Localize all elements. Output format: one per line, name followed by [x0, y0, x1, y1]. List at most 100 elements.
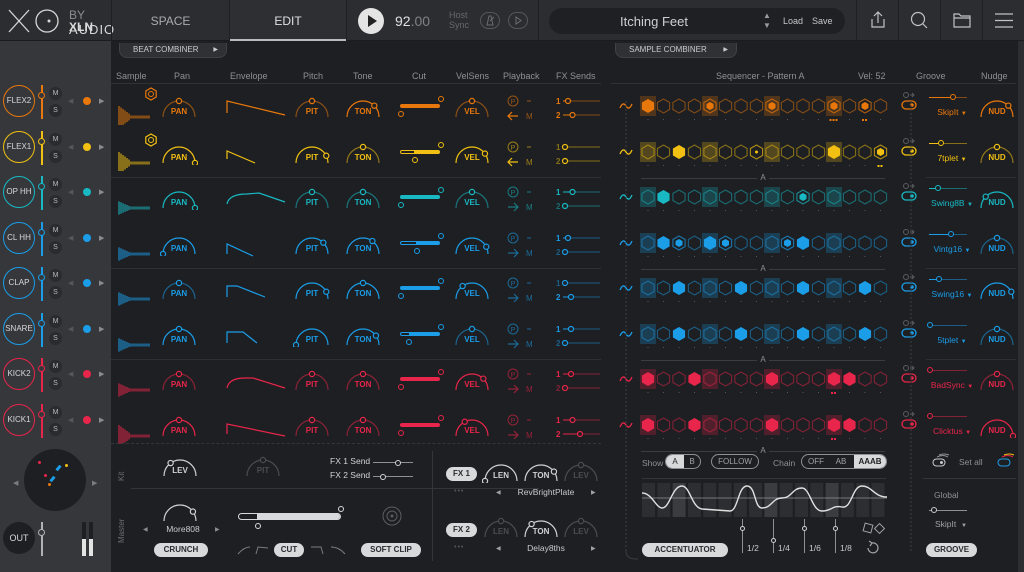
- menu-button[interactable]: [982, 0, 1024, 41]
- space-pad[interactable]: [24, 449, 86, 511]
- fx-send-sliders[interactable]: 1 2: [556, 277, 602, 307]
- pitch-knob[interactable]: PIT: [293, 95, 331, 118]
- groove-amount-slider[interactable]: [929, 415, 967, 417]
- mute-button[interactable]: M: [49, 314, 62, 328]
- sample-waveform[interactable]: [115, 414, 155, 444]
- cut-range[interactable]: [400, 422, 440, 427]
- cut-range[interactable]: [400, 195, 440, 199]
- pad-dot[interactable]: [49, 475, 56, 483]
- pad-right-arrow[interactable]: ▶: [92, 479, 97, 487]
- master-cut-range[interactable]: [238, 513, 341, 520]
- cut-high-handle[interactable]: [438, 96, 444, 102]
- multicolor-groove-icon[interactable]: [996, 453, 1016, 469]
- velsens-knob[interactable]: VEL: [453, 95, 491, 118]
- lowcut-shape-icons[interactable]: [236, 542, 276, 556]
- pan-knob[interactable]: PAN: [160, 414, 198, 436]
- track-volume-slider[interactable]: [41, 358, 43, 392]
- crunch-prev-arrow[interactable]: ◀: [143, 526, 148, 533]
- cut-high-handle[interactable]: [438, 323, 444, 330]
- pitch-knob[interactable]: PIT: [293, 277, 331, 300]
- fx-send-sliders[interactable]: 1 2: [556, 141, 602, 171]
- preset-down-icon[interactable]: ▼: [763, 21, 771, 31]
- track-volume-slider[interactable]: [41, 176, 43, 210]
- groove-preset-dropdown[interactable]: Clicktus ▼: [927, 426, 977, 436]
- next-sample-arrow[interactable]: ▶: [99, 97, 104, 105]
- tone-knob[interactable]: TON: [344, 277, 382, 300]
- prev-sample-arrow[interactable]: ◀: [68, 188, 73, 196]
- next-sample-arrow[interactable]: ▶: [99, 143, 104, 151]
- pitch-knob[interactable]: PIT: [293, 232, 331, 254]
- fx-send-sliders[interactable]: 1 2: [556, 95, 602, 125]
- velsens-knob[interactable]: VEL: [453, 323, 491, 345]
- save-button[interactable]: Save: [812, 16, 833, 26]
- groove-amount-handle[interactable]: [948, 230, 954, 237]
- kit-fx1-send-slider[interactable]: [373, 460, 413, 466]
- solo-button[interactable]: S: [49, 331, 62, 345]
- kit-pitch-knob[interactable]: PIT: [244, 454, 282, 477]
- next-sample-arrow[interactable]: ▶: [99, 234, 104, 242]
- pan-knob[interactable]: PAN: [160, 232, 198, 256]
- pan-knob[interactable]: PAN: [160, 186, 198, 210]
- pad-dot[interactable]: [44, 474, 47, 477]
- cut-low-handle[interactable]: [398, 429, 404, 436]
- groove-amount-handle[interactable]: [927, 321, 933, 328]
- track-select-button[interactable]: CL HH: [3, 221, 35, 254]
- groove-amount-handle[interactable]: [936, 276, 942, 282]
- host-play-button[interactable]: [508, 12, 528, 29]
- sample-settings-icon[interactable]: [144, 87, 158, 101]
- fx-send-sliders[interactable]: 1 2: [556, 368, 602, 398]
- out-volume-slider[interactable]: [41, 522, 43, 556]
- mute-button[interactable]: M: [49, 360, 62, 373]
- sample-combiner-button[interactable]: SAMPLE COMBINER ▶: [615, 43, 737, 58]
- crunch-next-arrow[interactable]: ▶: [215, 526, 220, 533]
- mute-button[interactable]: M: [49, 405, 62, 419]
- envelope-editor[interactable]: [225, 370, 289, 394]
- crunch-amount-knob[interactable]: [161, 499, 199, 522]
- pad-dot[interactable]: [65, 464, 68, 467]
- preset-name[interactable]: Itching Feet: [549, 14, 759, 29]
- track-volume-slider[interactable]: [41, 267, 43, 301]
- pad-left-arrow[interactable]: ◀: [13, 479, 18, 487]
- next-sample-arrow[interactable]: ▶: [99, 416, 104, 424]
- velsens-knob[interactable]: VEL: [453, 232, 491, 254]
- fx-toggle-button[interactable]: FX 2: [446, 523, 477, 537]
- sample-settings-icon[interactable]: [144, 132, 158, 147]
- search-button[interactable]: [898, 0, 940, 41]
- playback-controls[interactable]: P M: [506, 186, 546, 216]
- tone-knob[interactable]: TON: [344, 95, 382, 118]
- nudge-knob[interactable]: NUD: [978, 277, 1016, 300]
- kit-level-knob[interactable]: LEV: [161, 454, 199, 477]
- cut-range[interactable]: [400, 331, 440, 336]
- cut-high-handle[interactable]: [438, 278, 444, 284]
- cut-range[interactable]: [400, 377, 440, 381]
- track-select-button[interactable]: FLEX2: [3, 85, 35, 117]
- solo-button[interactable]: S: [49, 240, 62, 254]
- groove-amount-handle[interactable]: [927, 412, 933, 419]
- tab-edit[interactable]: EDIT: [229, 0, 347, 41]
- track-volume-handle[interactable]: [38, 92, 45, 99]
- fx-tone-knob[interactable]: TON: [522, 515, 560, 538]
- cut-range[interactable]: [400, 149, 440, 154]
- nudge-knob[interactable]: NUD: [978, 414, 1016, 438]
- fx-prev-preset-arrow[interactable]: ◀: [496, 545, 501, 552]
- groove-amount-handle[interactable]: [927, 367, 933, 373]
- prev-sample-arrow[interactable]: ◀: [68, 416, 73, 424]
- solo-button[interactable]: S: [49, 149, 62, 163]
- solo-button[interactable]: S: [49, 377, 62, 390]
- fx-toggle-button[interactable]: FX 1: [446, 467, 477, 481]
- pitch-knob[interactable]: PIT: [293, 368, 331, 391]
- track-volume-handle[interactable]: [38, 228, 45, 236]
- playback-controls[interactable]: P M: [506, 141, 546, 171]
- mute-button[interactable]: M: [49, 223, 62, 237]
- nudge-knob[interactable]: NUD: [978, 368, 1016, 391]
- track-select-button[interactable]: OP HH: [3, 176, 35, 208]
- prev-sample-arrow[interactable]: ◀: [68, 325, 73, 333]
- solo-button[interactable]: S: [49, 104, 62, 117]
- cut-high-handle[interactable]: [438, 369, 444, 375]
- sample-waveform[interactable]: [115, 186, 155, 216]
- fx-tone-knob[interactable]: TON: [522, 459, 560, 482]
- groove-amount-handle[interactable]: [949, 94, 956, 100]
- cut-low-handle[interactable]: [398, 202, 404, 208]
- cut-low-handle[interactable]: [398, 111, 404, 117]
- groove-amount-handle[interactable]: [934, 185, 941, 191]
